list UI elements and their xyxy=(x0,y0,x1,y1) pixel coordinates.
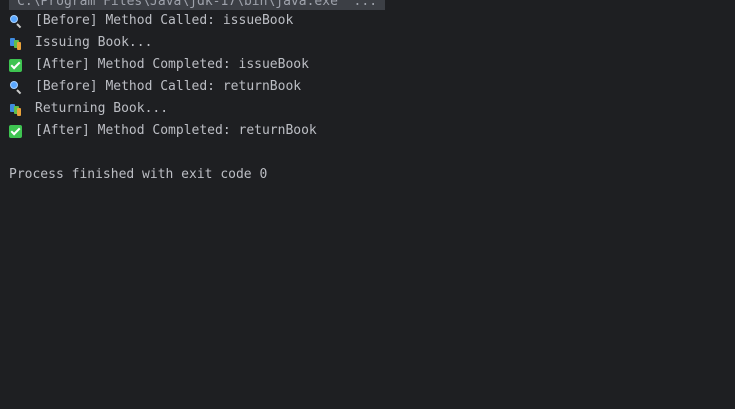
magnifier-icon xyxy=(9,14,22,28)
console-line: [After] Method Completed: issueBook xyxy=(9,54,309,76)
console-line: [Before] Method Called: returnBook xyxy=(9,76,301,98)
console-line: Issuing Book... xyxy=(9,32,152,54)
console-line: Returning Book... xyxy=(9,98,168,120)
console-line: [After] Method Completed: returnBook xyxy=(9,120,317,142)
books-icon xyxy=(9,103,22,116)
console-line-text: Returning Book... xyxy=(35,101,169,116)
books-icon xyxy=(9,37,22,50)
command-line[interactable]: C:\Program Files\Java\jdk-17\bin\java.ex… xyxy=(9,0,385,10)
console-line-text: [Before] Method Called: issueBook xyxy=(35,13,294,28)
console-line-text: [After] Method Completed: returnBook xyxy=(35,123,317,138)
check-icon xyxy=(9,124,22,138)
console-line: [Before] Method Called: issueBook xyxy=(9,10,293,32)
magnifier-icon xyxy=(9,80,22,94)
console-line-text: Issuing Book... xyxy=(35,35,153,50)
console-line-text: [After] Method Completed: issueBook xyxy=(35,57,309,72)
check-icon xyxy=(9,58,22,72)
exit-message: Process finished with exit code 0 xyxy=(9,164,267,186)
exit-message-text: Process finished with exit code 0 xyxy=(9,167,268,182)
run-console-output: C:\Program Files\Java\jdk-17\bin\java.ex… xyxy=(0,0,735,409)
console-line-text: [Before] Method Called: returnBook xyxy=(35,79,302,94)
